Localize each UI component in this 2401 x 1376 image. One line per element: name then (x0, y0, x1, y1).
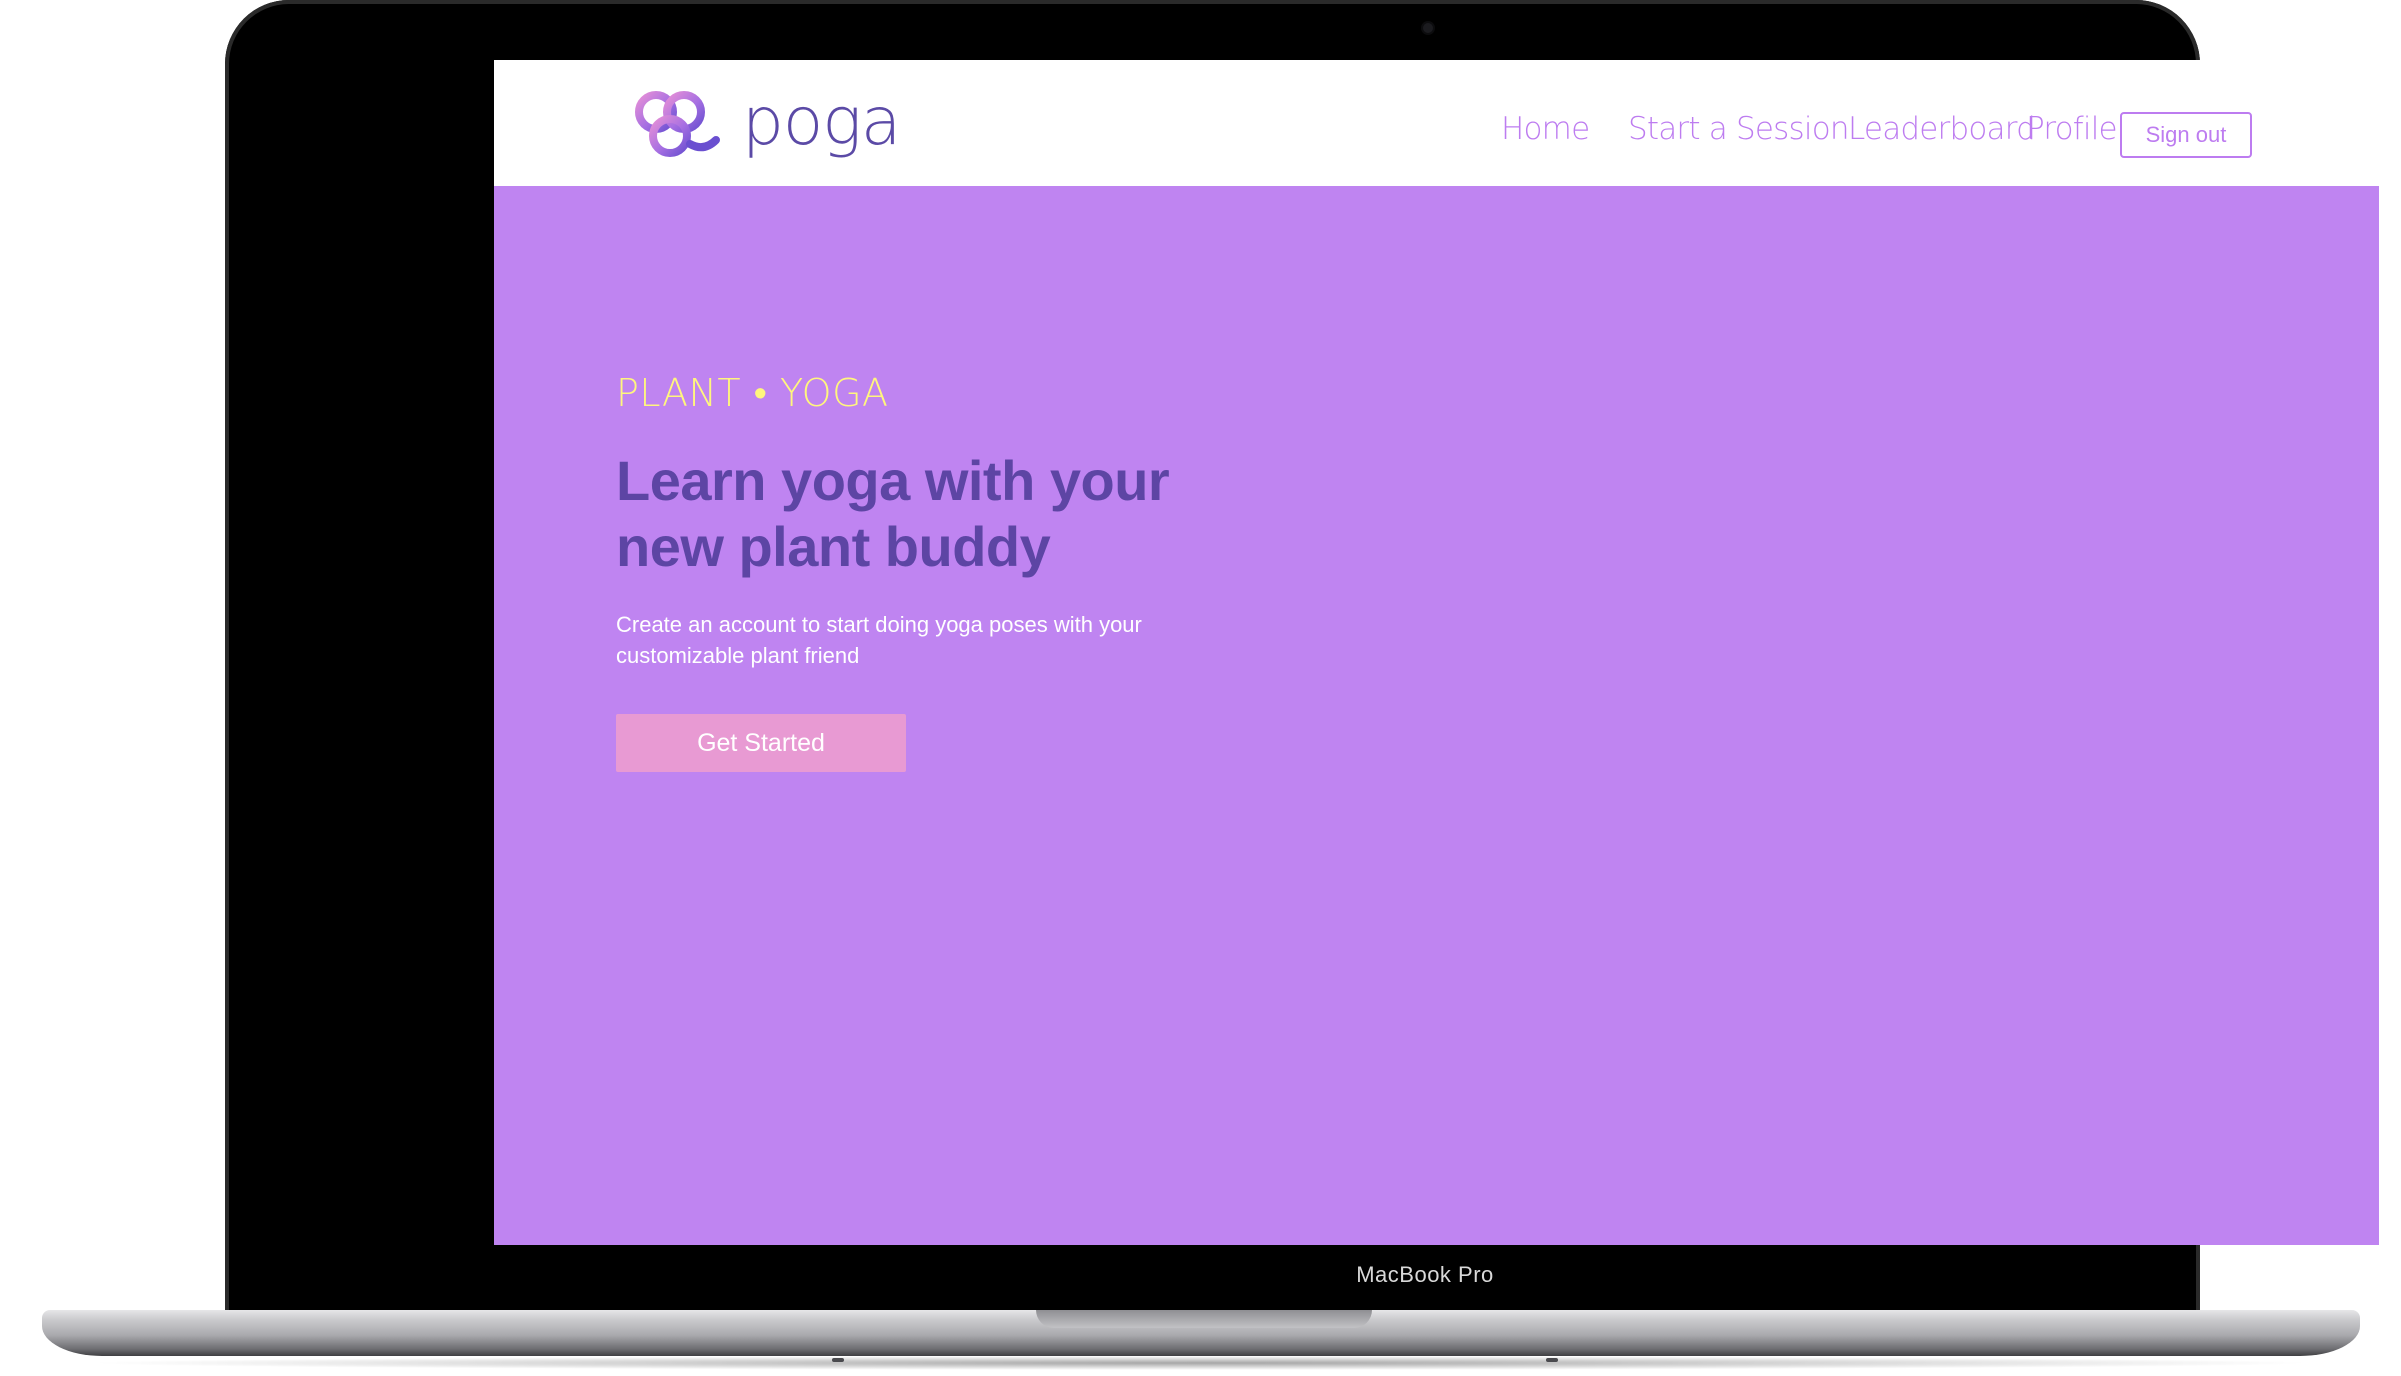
nav-start-session-link[interactable]: Start a Session (1628, 112, 1850, 146)
brand-logo[interactable]: poga (628, 83, 901, 164)
sign-out-button[interactable]: Sign out (2120, 112, 2252, 158)
hero-tagline: PLANT • YOGA (616, 371, 889, 415)
nav-profile-link[interactable]: Profile (2026, 112, 2118, 146)
laptop-foot-left (832, 1358, 844, 1362)
browser-viewport: poga Home Start a Session Leaderboard Pr… (494, 60, 2379, 1245)
hero-headline: Learn yoga with your new plant buddy (616, 449, 1170, 578)
laptop-opening-notch (1036, 1310, 1372, 1328)
top-navbar: poga Home Start a Session Leaderboard Pr… (494, 60, 2379, 186)
three-rings-logo-icon (635, 91, 720, 157)
get-started-button[interactable]: Get Started (616, 714, 906, 772)
nav-home-link[interactable]: Home (1501, 112, 1590, 146)
camera-icon (1423, 23, 1433, 33)
laptop-foot-right (1546, 1358, 1558, 1362)
nav-leaderboard-link[interactable]: Leaderboard (1848, 112, 2036, 146)
brand-name: poga (742, 83, 901, 160)
hero-subtext: Create an account to start doing yoga po… (616, 612, 1142, 668)
device-model-label: MacBook Pro (1356, 1262, 1494, 1287)
laptop-shadow (80, 1356, 2320, 1370)
laptop-bezel: MacBook Pro poga Home Start a Session Le… (225, 0, 2379, 1340)
